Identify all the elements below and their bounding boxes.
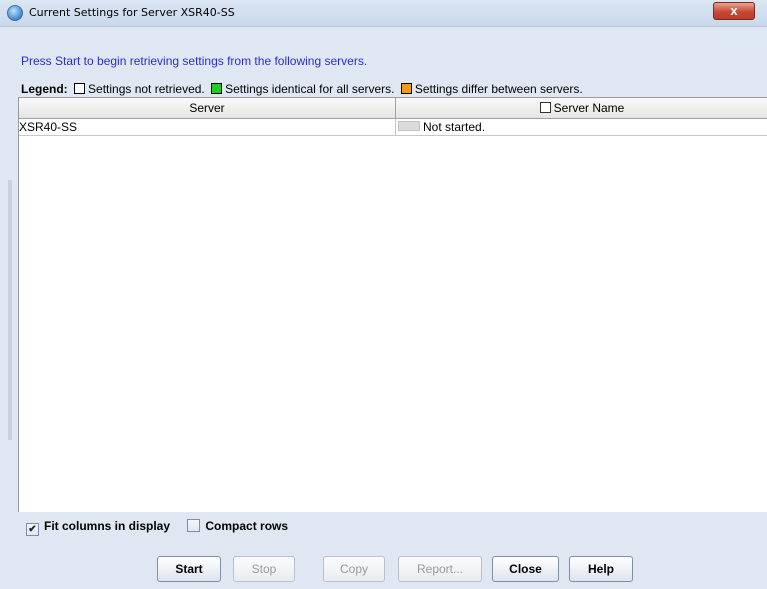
button-bar: Start Stop Copy Report... Close Help xyxy=(0,556,767,584)
status-text: Not started. xyxy=(423,120,486,134)
title-bar[interactable]: Current Settings for Server XSR40-SS x xyxy=(0,0,767,27)
legend-text-not-retrieved: Settings not retrieved. xyxy=(88,82,205,96)
compact-rows-checkbox[interactable] xyxy=(187,519,201,532)
legend-label: Legend: xyxy=(21,82,68,96)
status-cell: Not started. xyxy=(397,119,767,135)
help-button[interactable]: Help xyxy=(569,556,633,582)
legend: Legend: Settings not retrieved. Settings… xyxy=(21,82,583,96)
fit-columns-label: Fit columns in display xyxy=(44,519,171,533)
compact-rows-label: Compact rows xyxy=(205,519,289,533)
stop-button[interactable]: Stop xyxy=(233,556,295,582)
server-name-column-checkbox[interactable] xyxy=(539,102,551,113)
column-header-server-name[interactable]: Server Name xyxy=(396,98,767,118)
table-row[interactable]: XSR40-SS Not started. xyxy=(19,119,767,136)
server-cell: XSR40-SS xyxy=(19,119,396,135)
fit-columns-checkbox[interactable]: ✔ xyxy=(26,523,39,536)
report-button[interactable]: Report... xyxy=(398,556,482,582)
legend-swatch-differ xyxy=(400,83,412,94)
servers-table[interactable]: Server Server Name XSR40-SS Not started. xyxy=(18,97,767,512)
compact-rows-option[interactable]: Compact rows xyxy=(187,519,288,533)
instruction-text: Press Start to begin retrieving settings… xyxy=(21,54,368,68)
window-title: Current Settings for Server XSR40-SS xyxy=(29,6,235,19)
column-header-server[interactable]: Server xyxy=(19,98,396,118)
close-icon: x xyxy=(730,3,738,18)
settings-window: Current Settings for Server XSR40-SS x P… xyxy=(0,0,767,589)
legend-swatch-identical xyxy=(211,83,223,94)
legend-swatch-not-retrieved xyxy=(74,83,86,94)
legend-text-identical: Settings identical for all servers. xyxy=(225,82,395,96)
close-button[interactable]: Close xyxy=(492,556,559,582)
left-edge-strip xyxy=(8,180,12,440)
display-options: ✔ Fit columns in display Compact rows xyxy=(26,519,302,536)
table-header: Server Server Name xyxy=(19,98,767,119)
legend-text-differ: Settings differ between servers. xyxy=(414,82,583,96)
close-window-button[interactable]: x xyxy=(713,2,755,20)
status-indicator xyxy=(398,121,420,131)
copy-button[interactable]: Copy xyxy=(323,556,385,582)
fit-columns-option[interactable]: ✔ Fit columns in display xyxy=(26,519,170,536)
app-icon xyxy=(7,5,23,21)
start-button[interactable]: Start xyxy=(157,556,221,582)
